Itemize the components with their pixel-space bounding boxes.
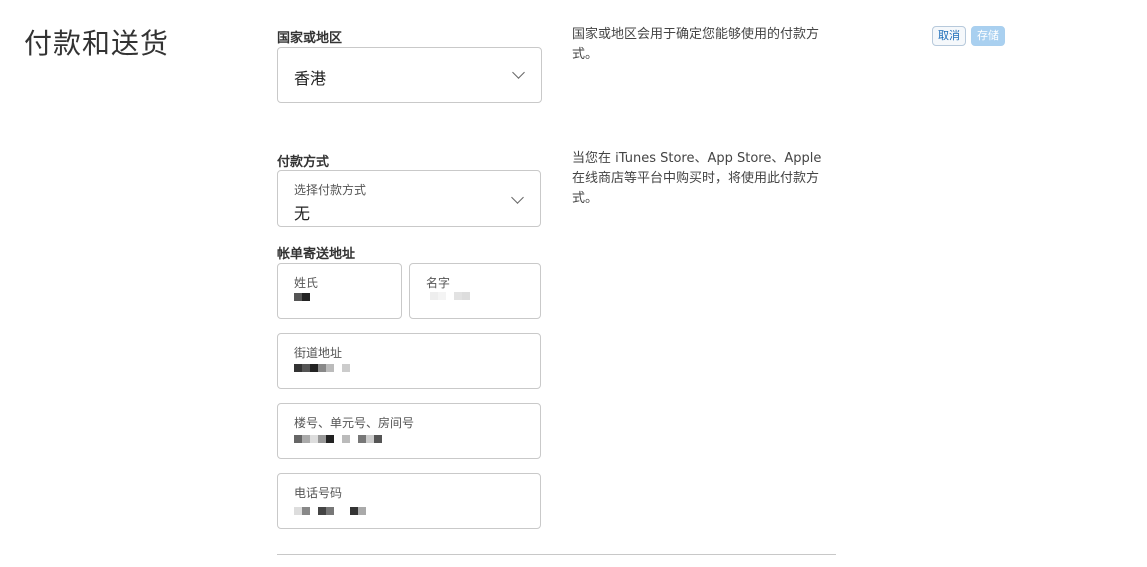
section-divider [277,554,836,555]
redacted-value [294,435,382,443]
chevron-down-icon [511,191,524,204]
redacted-value [294,293,310,301]
phone-number-field[interactable]: 电话号码 [277,473,541,529]
country-value: 香港 [294,69,327,88]
country-select[interactable]: 香港 [277,47,542,103]
street-address-field[interactable]: 街道地址 [277,333,541,389]
redacted-value [294,507,366,515]
cancel-button[interactable]: 取消 [932,26,966,46]
redacted-value [294,364,350,372]
building-unit-room-label: 楼号、单元号、房间号 [294,416,415,430]
first-name-label: 名字 [426,276,451,290]
payment-help-text: 当您在 iTunes Store、App Store、Apple 在线商店等平台… [572,151,822,206]
phone-number-label: 电话号码 [294,486,343,500]
country-section-label: 国家或地区 [277,31,343,46]
payment-section-label: 付款方式 [277,155,330,170]
first-name-field[interactable]: 名字 [409,263,541,319]
last-name-field[interactable]: 姓氏 [277,263,402,319]
street-address-label: 街道地址 [294,346,343,360]
payment-method-label: 选择付款方式 [294,183,367,197]
page-title: 付款和送货 [24,27,170,60]
payment-method-select[interactable]: 选择付款方式 无 [277,170,541,227]
building-unit-room-field[interactable]: 楼号、单元号、房间号 [277,403,541,459]
save-button[interactable]: 存储 [971,26,1005,46]
chevron-down-icon [512,66,525,79]
redacted-value [430,292,470,300]
billing-section-label: 帐单寄送地址 [277,247,356,262]
payment-method-value: 无 [294,204,311,223]
country-help-text: 国家或地区会用于确定您能够使用的付款方式。 [572,27,820,62]
last-name-label: 姓氏 [294,276,319,290]
